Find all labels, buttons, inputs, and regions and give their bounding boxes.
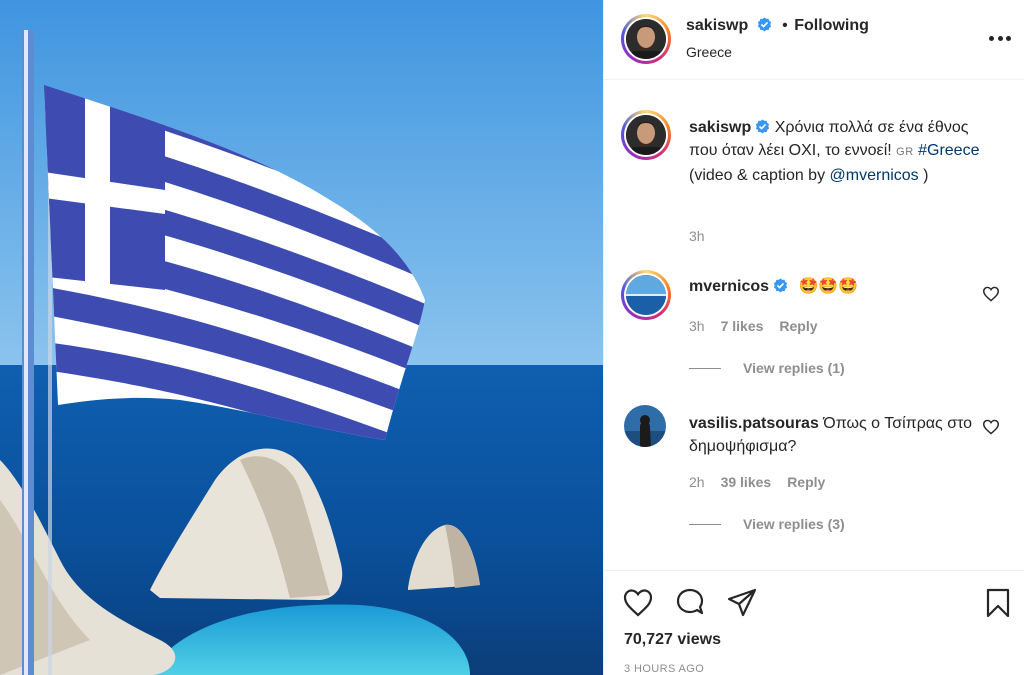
share-icon[interactable] [726, 587, 758, 619]
header-user-row: sakiswp • Following [686, 17, 869, 35]
comment-avatar[interactable] [624, 405, 666, 447]
comment-avatar[interactable] [621, 270, 671, 320]
post-actions: 70,727 views 3 HOURS AGO [604, 570, 1024, 675]
post-image [0, 0, 603, 675]
comment-time[interactable]: 2h [689, 474, 705, 490]
view-replies-label[interactable]: View replies (3) [743, 516, 845, 532]
post-location[interactable]: Greece [686, 44, 732, 60]
comment-body: mvernicos 🤩🤩🤩 [689, 276, 858, 296]
caption-avatar[interactable] [621, 110, 671, 160]
replies-divider [689, 367, 721, 369]
view-replies[interactable]: View replies (1) [689, 360, 845, 376]
caption-hashtag[interactable]: #Greece [918, 142, 979, 159]
post-detail-panel: sakiswp • Following Greece sakiswp Χρόνι… [603, 0, 1024, 675]
verified-icon [757, 17, 771, 32]
caption-flag: GR [896, 146, 914, 158]
caption-suffix: (video & caption by [689, 167, 826, 184]
heart-icon[interactable] [982, 419, 1000, 435]
comment-time[interactable]: 3h [689, 318, 705, 334]
caption-mention[interactable]: @mvernicos [830, 167, 919, 184]
author-username[interactable]: sakiswp [686, 17, 748, 34]
comment-meta: 2h 39 likes Reply [689, 474, 825, 490]
reply-button[interactable]: Reply [779, 318, 817, 334]
post-header: sakiswp • Following Greece [604, 0, 1024, 80]
view-replies-label[interactable]: View replies (1) [743, 360, 845, 376]
post-caption: sakiswp Χρόνια πολλά σε ένα έθνος που ότ… [689, 116, 999, 187]
comment-text: 🤩🤩🤩 [798, 278, 859, 295]
comment-likes[interactable]: 39 likes [721, 474, 772, 490]
caption-close: ) [923, 167, 929, 184]
caption-timestamp[interactable]: 3h [689, 228, 705, 244]
reply-button[interactable]: Reply [787, 474, 825, 490]
comment-likes[interactable]: 7 likes [721, 318, 764, 334]
heart-icon[interactable] [622, 587, 654, 619]
view-replies[interactable]: View replies (3) [689, 516, 845, 532]
verified-icon [773, 278, 788, 293]
bookmark-icon[interactable] [982, 587, 1014, 619]
heart-icon[interactable] [982, 286, 1000, 302]
follow-status-button[interactable]: Following [794, 17, 869, 34]
verified-icon [756, 119, 770, 134]
caption-username[interactable]: sakiswp [689, 119, 751, 136]
separator-dot: • [782, 17, 788, 34]
comment-username[interactable]: vasilis.patsouras [689, 415, 819, 432]
comment-icon[interactable] [674, 587, 706, 619]
comment-username[interactable]: mvernicos [689, 278, 769, 295]
comment-body: vasilis.patsouras Όπως ο Τσίπρας στο δημ… [689, 412, 989, 458]
view-count[interactable]: 70,727 views [624, 631, 721, 649]
post-timestamp: 3 HOURS AGO [624, 663, 705, 675]
comment-meta: 3h 7 likes Reply [689, 318, 818, 334]
replies-divider [689, 523, 721, 525]
more-options-icon[interactable] [989, 36, 1011, 42]
post-media[interactable] [0, 0, 603, 675]
author-avatar[interactable] [621, 14, 671, 64]
